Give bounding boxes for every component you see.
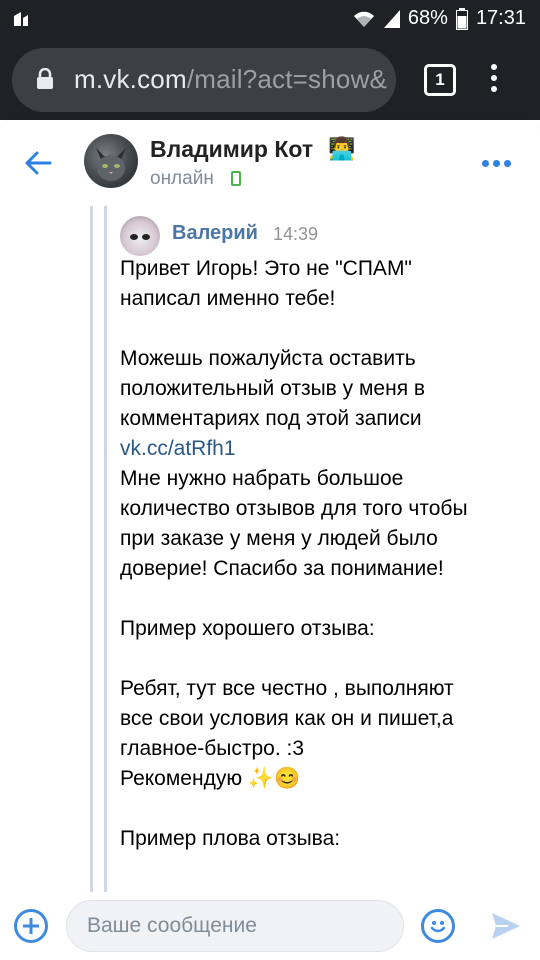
battery-icon bbox=[455, 7, 468, 30]
more-options-button[interactable] bbox=[482, 160, 511, 167]
online-status: онлайн bbox=[150, 168, 214, 189]
message-line: все свои условия как он и пишет,а bbox=[120, 707, 454, 730]
message-line: положительный отзыв у меня в bbox=[120, 377, 426, 400]
message-line: Привет Игорь! Это не "СПАМ" bbox=[120, 257, 412, 280]
url-path: /mail?act=show& bbox=[186, 64, 388, 94]
message-line bbox=[120, 644, 520, 674]
message-line: при заказе у меня у людей было bbox=[120, 527, 438, 550]
battery-percent: 68% bbox=[407, 7, 448, 29]
url-text: m.vk.com/mail?act=show& bbox=[74, 64, 387, 95]
message-line: написал именно тебе! bbox=[120, 287, 336, 310]
message-line: Ребят, тут все честно , выполняют bbox=[120, 677, 454, 700]
url-host: m.vk.com bbox=[74, 64, 187, 94]
contact-name[interactable]: Владимир Кот bbox=[150, 136, 313, 163]
mobile-online-icon bbox=[231, 171, 241, 186]
attach-plus-icon[interactable] bbox=[14, 909, 48, 943]
avatar[interactable] bbox=[84, 134, 138, 188]
message-line: Пример плова отзыва: bbox=[120, 827, 341, 850]
forward-line-inner bbox=[104, 206, 107, 892]
message-line bbox=[120, 584, 520, 614]
address-bar[interactable]: m.vk.com/mail?act=show& bbox=[12, 48, 396, 112]
conversation-header: Владимир Кот 👨‍💻 онлайн bbox=[0, 120, 540, 206]
message-line bbox=[120, 314, 520, 344]
message-line: главное-быстро. :3 bbox=[120, 737, 305, 760]
message-time: 14:39 bbox=[273, 224, 319, 244]
message-line: доверие! Спасибо за понимание! bbox=[120, 557, 444, 580]
clock: 17:31 bbox=[475, 7, 526, 29]
message-link[interactable]: vk.cc/atRfh1 bbox=[120, 434, 520, 464]
send-icon[interactable] bbox=[490, 910, 522, 942]
notification-icon bbox=[14, 12, 28, 26]
message-line: количество отзывов для того чтобы bbox=[120, 497, 468, 520]
message-line bbox=[120, 794, 520, 824]
technologist-emoji: 👨‍💻 bbox=[328, 136, 356, 161]
message-input[interactable]: Ваше сообщение bbox=[66, 900, 404, 952]
cat-avatar-image bbox=[96, 148, 126, 181]
message-history[interactable]: Валерий 14:39 Привет Игорь! Это не "СПАМ… bbox=[0, 206, 540, 892]
wifi-icon bbox=[353, 11, 374, 27]
lock-icon bbox=[37, 68, 53, 89]
message-line: Мне нужно набрать большое bbox=[120, 467, 404, 490]
back-arrow-icon[interactable] bbox=[22, 147, 54, 179]
browser-menu-button[interactable] bbox=[490, 64, 498, 96]
sender-name[interactable]: Валерий bbox=[172, 222, 258, 245]
message-line: Пример хорошего отзыва: bbox=[120, 617, 375, 640]
status-bar: 68% 17:31 bbox=[0, 0, 540, 40]
sender-avatar[interactable] bbox=[120, 216, 160, 256]
message-line: Рекомендую ✨😊 bbox=[120, 767, 301, 790]
message-text: Привет Игорь! Это не "СПАМ" написал имен… bbox=[120, 254, 520, 854]
signal-icon bbox=[383, 9, 400, 28]
message-line: комментариях под этой записи bbox=[120, 407, 422, 430]
emoji-icon[interactable] bbox=[421, 909, 455, 943]
forward-line-outer bbox=[90, 206, 93, 892]
message-line: Можешь пожалуйста оставить bbox=[120, 347, 416, 370]
message-composer: Ваше сообщение bbox=[0, 892, 540, 960]
tab-switcher-button[interactable]: 1 bbox=[424, 64, 456, 96]
browser-toolbar: m.vk.com/mail?act=show& 1 bbox=[0, 40, 540, 120]
